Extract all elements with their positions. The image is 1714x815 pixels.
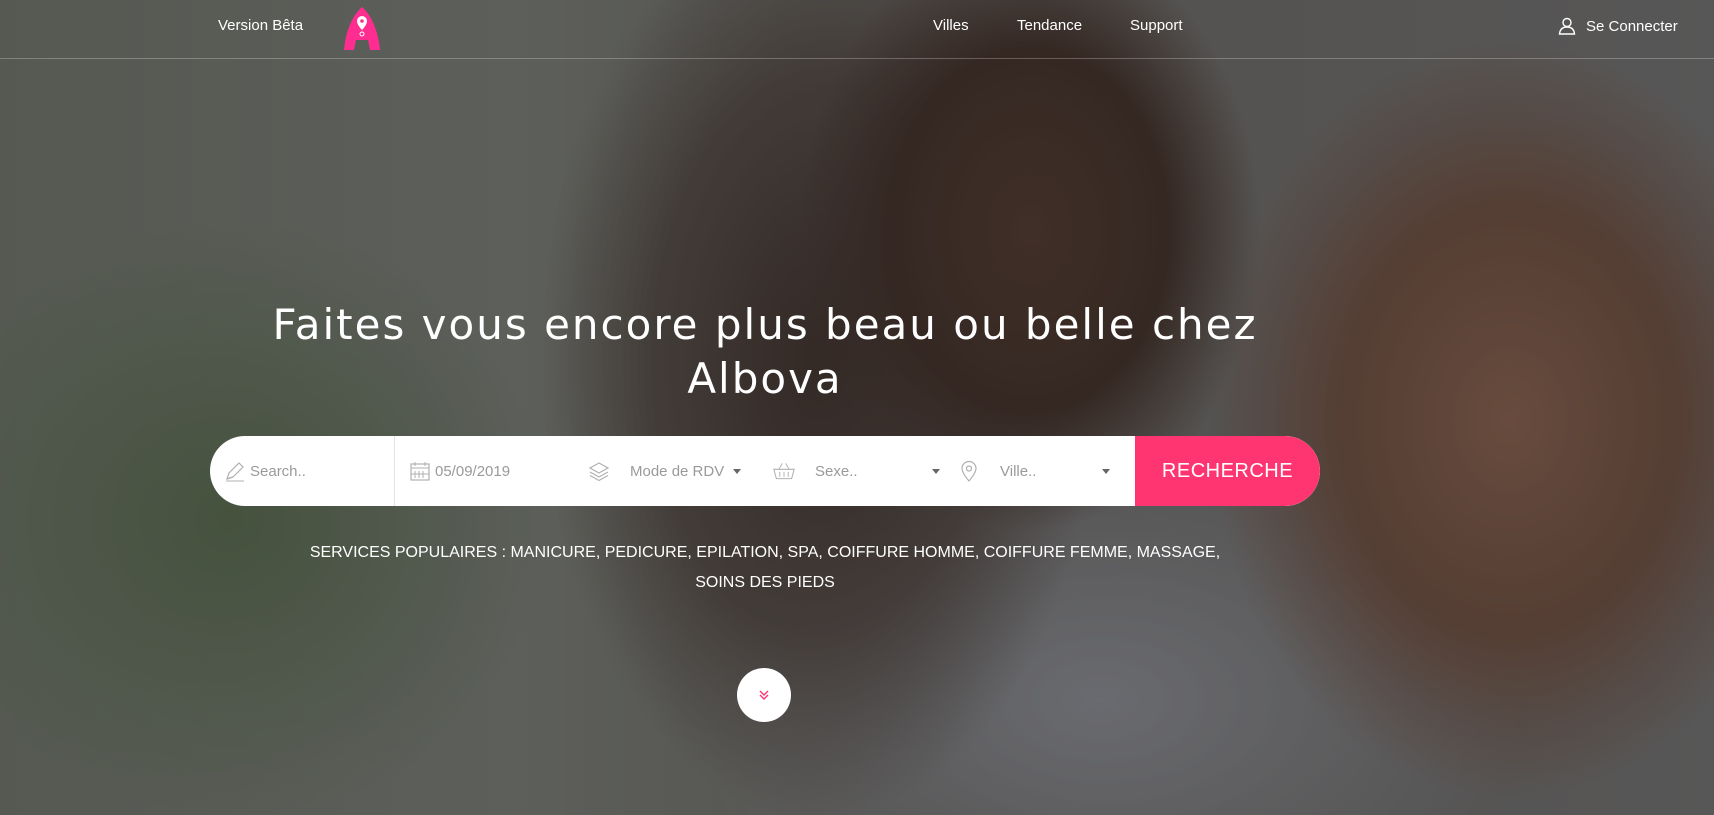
popular-services: SERVICES POPULAIRES : MANICURE, PEDICURE… — [290, 538, 1240, 598]
ville-select-value: Ville.. — [1000, 462, 1037, 480]
nav-support[interactable]: Support — [1130, 17, 1183, 34]
top-navbar: Version Bêta Villes Tendance Support Se … — [0, 0, 1714, 59]
ville-select[interactable]: Ville.. — [950, 436, 1120, 506]
headline-line-1: Faites vous encore plus beau ou belle ch… — [272, 300, 1258, 349]
popular-services-line-2: SOINS DES PIEDS — [695, 574, 835, 591]
chevron-down-icon — [1102, 469, 1110, 474]
hero-headline: Faites vous encore plus beau ou belle ch… — [200, 298, 1330, 406]
nav-tendance[interactable]: Tendance — [1017, 17, 1082, 34]
sexe-select[interactable]: Sexe.. — [765, 436, 950, 506]
chevron-down-icon — [733, 469, 741, 474]
user-icon — [1558, 17, 1576, 35]
mode-select[interactable]: Mode de RDV — [580, 436, 765, 506]
login-link[interactable]: Se Connecter — [1558, 17, 1678, 35]
headline-line-2: Albova — [687, 354, 843, 403]
pencil-icon — [226, 462, 244, 482]
login-label: Se Connecter — [1586, 17, 1678, 35]
map-pin-icon — [961, 460, 977, 482]
basket-icon — [773, 463, 795, 480]
search-field[interactable]: Search.. — [210, 436, 395, 506]
search-input-placeholder: Search.. — [250, 462, 306, 480]
chevron-down-icon — [932, 469, 940, 474]
beta-label: Version Bêta — [218, 17, 304, 34]
calendar-icon — [410, 462, 430, 481]
hero-overlay — [0, 0, 1714, 815]
layers-icon — [588, 462, 610, 482]
nav-villes[interactable]: Villes — [933, 17, 969, 34]
sexe-select-value: Sexe.. — [815, 462, 858, 480]
popular-services-line-1: SERVICES POPULAIRES : MANICURE, PEDICURE… — [309, 544, 1221, 561]
date-field[interactable]: 05/09/2019 — [395, 436, 580, 506]
double-chevron-down-icon — [759, 690, 769, 700]
albova-logo-icon[interactable] — [342, 6, 382, 52]
date-value: 05/09/2019 — [435, 462, 511, 480]
scroll-down-button[interactable] — [737, 668, 791, 722]
mode-select-value: Mode de RDV — [630, 462, 725, 480]
search-bar: Search.. 05/09/2019 Mode de RDV Sexe.. V… — [210, 436, 1320, 506]
search-button[interactable]: RECHERCHE — [1135, 436, 1320, 506]
